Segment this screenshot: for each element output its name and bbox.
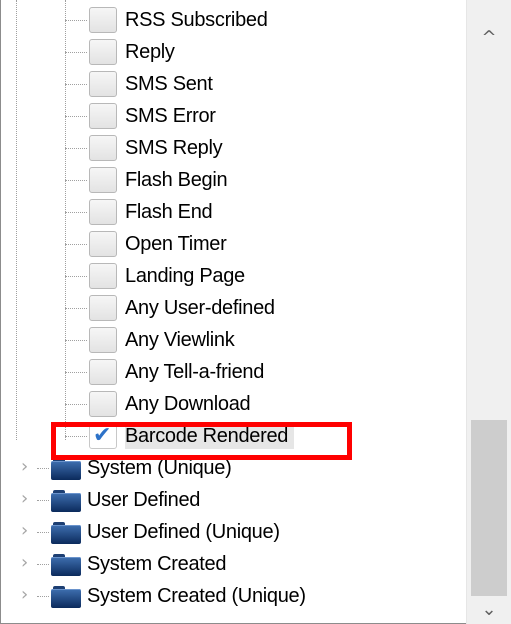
expand-arrow-icon[interactable]: › <box>21 520 28 541</box>
tree-connector <box>65 436 87 437</box>
event-item-label[interactable]: Any User-defined <box>125 295 275 321</box>
folder-icon <box>51 522 81 544</box>
event-checkbox[interactable] <box>89 71 117 97</box>
tree-connector <box>65 148 87 149</box>
event-checkbox[interactable] <box>89 231 117 257</box>
folder-icon <box>51 490 81 512</box>
vertical-scrollbar[interactable]: ^ ⌄ <box>466 0 511 624</box>
folder-icon <box>51 458 81 480</box>
event-item[interactable]: Landing Page <box>1 260 467 292</box>
category-node[interactable]: › User Defined <box>1 484 467 516</box>
tree-connector <box>65 372 87 373</box>
event-checkbox[interactable] <box>89 39 117 65</box>
event-item[interactable]: RSS Subscribed <box>1 4 467 36</box>
event-item[interactable]: ✔ Barcode Rendered <box>1 420 467 452</box>
tree-connector <box>65 84 87 85</box>
event-checkbox[interactable] <box>89 359 117 385</box>
folder-icon <box>51 586 81 608</box>
event-checkbox[interactable] <box>89 391 117 417</box>
category-label[interactable]: User Defined (Unique) <box>87 519 280 545</box>
checkmark-icon: ✔ <box>93 423 112 448</box>
tree-connector <box>65 404 87 405</box>
scroll-down-icon[interactable]: ⌄ <box>467 598 511 622</box>
event-item-label[interactable]: Any Tell-a-friend <box>125 359 264 385</box>
event-item-label[interactable]: Open Timer <box>125 231 227 257</box>
tree-connector <box>65 276 87 277</box>
event-item-label[interactable]: Reply <box>125 39 175 65</box>
event-checkbox[interactable] <box>89 199 117 225</box>
expand-arrow-icon[interactable]: › <box>21 488 28 509</box>
event-item[interactable]: Flash Begin <box>1 164 467 196</box>
expand-arrow-icon[interactable]: › <box>21 552 28 573</box>
folder-icon <box>51 554 81 576</box>
scroll-thumb[interactable] <box>471 420 507 596</box>
tree-connector <box>65 340 87 341</box>
event-item-label[interactable]: Any Download <box>125 391 251 417</box>
tree-connector <box>37 564 49 565</box>
event-item-label[interactable]: Landing Page <box>125 263 245 289</box>
event-checkbox[interactable]: ✔ <box>89 423 117 449</box>
event-item-label[interactable]: SMS Sent <box>125 71 213 97</box>
tree-connector <box>65 212 87 213</box>
scroll-up-icon[interactable]: ^ <box>467 26 511 50</box>
event-item-label[interactable]: Any Viewlink <box>125 327 235 353</box>
category-node[interactable]: › System Created (Unique) <box>1 580 467 612</box>
tree-connector <box>65 180 87 181</box>
tree-connector <box>37 500 49 501</box>
event-checkbox[interactable] <box>89 295 117 321</box>
event-item[interactable]: Any Tell-a-friend <box>1 356 467 388</box>
tree-connector <box>65 52 87 53</box>
event-tree[interactable]: RSS Subscribed Reply SMS Sent SMS Error SMS … <box>0 0 511 624</box>
event-item[interactable]: Reply <box>1 36 467 68</box>
category-label[interactable]: System (Unique) <box>87 455 232 481</box>
event-item[interactable]: Any User-defined <box>1 292 467 324</box>
event-checkbox[interactable] <box>89 327 117 353</box>
event-item-label[interactable]: SMS Reply <box>125 135 223 161</box>
tree-connector <box>65 116 87 117</box>
category-label[interactable]: User Defined <box>87 487 200 513</box>
event-item[interactable]: Any Download <box>1 388 467 420</box>
event-item[interactable]: Open Timer <box>1 228 467 260</box>
category-label[interactable]: System Created <box>87 551 227 577</box>
event-item-label[interactable]: SMS Error <box>125 103 216 129</box>
category-label[interactable]: System Created (Unique) <box>87 583 306 609</box>
tree-connector <box>37 468 49 469</box>
expand-arrow-icon[interactable]: › <box>21 456 28 477</box>
event-checkbox[interactable] <box>89 135 117 161</box>
category-node[interactable]: › System Created <box>1 548 467 580</box>
tree-connector <box>37 532 49 533</box>
event-item-label[interactable]: Flash End <box>125 199 213 225</box>
event-checkbox[interactable] <box>89 103 117 129</box>
event-item[interactable]: SMS Error <box>1 100 467 132</box>
event-item[interactable]: Any Viewlink <box>1 324 467 356</box>
event-checkbox[interactable] <box>89 263 117 289</box>
category-node[interactable]: › System (Unique) <box>1 452 467 484</box>
event-checkbox[interactable] <box>89 7 117 33</box>
event-checkbox[interactable] <box>89 167 117 193</box>
tree-connector <box>65 244 87 245</box>
tree-connector <box>65 20 87 21</box>
category-node[interactable]: › User Defined (Unique) <box>1 516 467 548</box>
expand-arrow-icon[interactable]: › <box>21 584 28 605</box>
event-item-label[interactable]: Flash Begin <box>125 167 228 193</box>
tree-connector <box>37 596 49 597</box>
event-item-label[interactable]: RSS Subscribed <box>125 7 268 33</box>
event-item[interactable]: Flash End <box>1 196 467 228</box>
event-item[interactable]: SMS Sent <box>1 68 467 100</box>
tree-connector <box>65 308 87 309</box>
event-item-label[interactable]: Barcode Rendered <box>125 423 295 449</box>
event-item[interactable]: SMS Reply <box>1 132 467 164</box>
